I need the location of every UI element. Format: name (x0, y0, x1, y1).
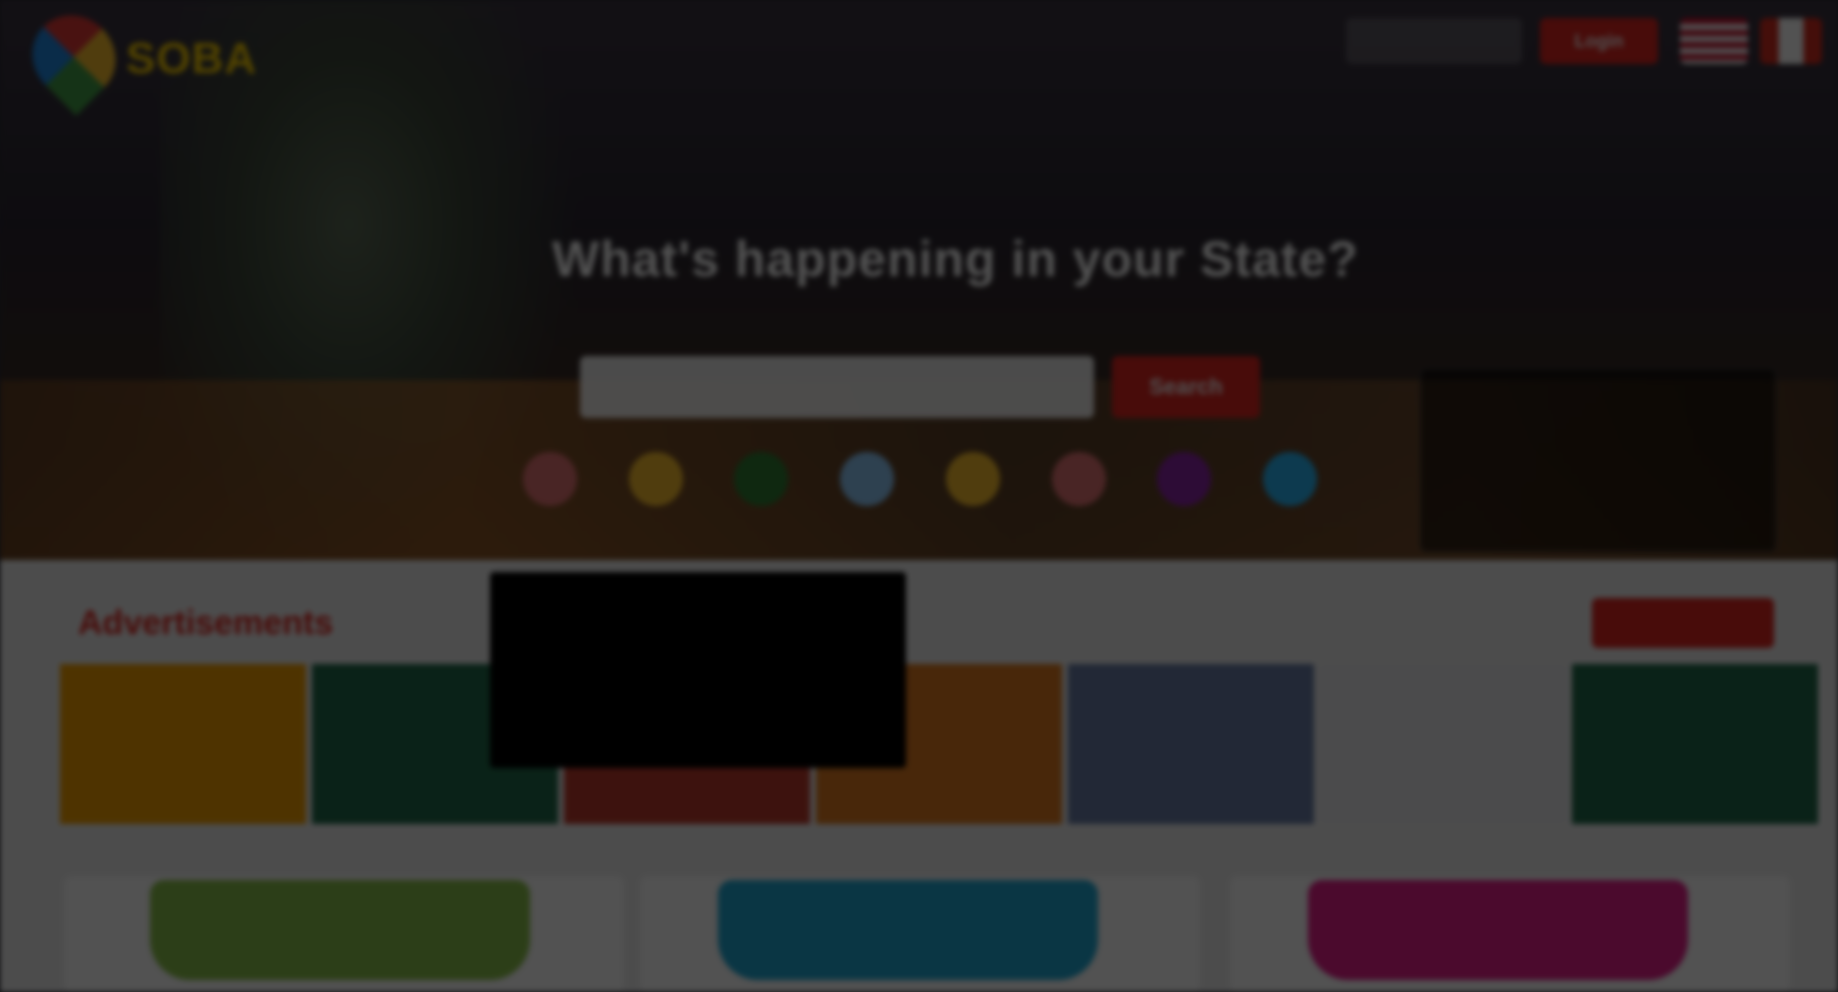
category-item[interactable] (606, 452, 706, 514)
category-item[interactable] (1029, 452, 1129, 514)
ad-carousel (60, 664, 1818, 824)
category-list (500, 452, 1340, 514)
ad-banner[interactable] (1572, 664, 1818, 824)
category-icon (1262, 452, 1317, 506)
header-search-button[interactable] (1346, 18, 1522, 64)
logo-pin-icon (15, 0, 133, 116)
hero-headline: What's happening in your State? (552, 231, 1359, 287)
hero-search-input[interactable] (580, 356, 1094, 418)
category-icon (1157, 452, 1212, 506)
category-icon (734, 452, 789, 506)
logo-text: SOBA (126, 34, 258, 83)
category-item[interactable] (500, 452, 600, 514)
category-item[interactable] (1240, 452, 1340, 514)
category-icon (628, 452, 683, 506)
category-item[interactable] (923, 452, 1023, 514)
page: SOBA Login What's happening in your Stat… (0, 0, 1838, 992)
category-icon (1051, 452, 1106, 506)
feature-ribbon[interactable] (150, 880, 530, 980)
login-button[interactable]: Login (1540, 18, 1658, 64)
ad-banner[interactable] (1320, 664, 1566, 824)
view-all-button[interactable] (1592, 598, 1774, 648)
category-item[interactable] (817, 452, 917, 514)
tooltip-popup (490, 572, 906, 768)
feature-ribbon[interactable] (1308, 880, 1688, 980)
category-icon (945, 452, 1000, 506)
category-item[interactable] (711, 452, 811, 514)
category-item[interactable] (1134, 452, 1234, 514)
canada-flag-icon[interactable] (1760, 18, 1822, 64)
hero-banner: SOBA Login What's happening in your Stat… (0, 0, 1838, 560)
notification-title (1421, 369, 1775, 393)
ad-banner[interactable] (60, 664, 306, 824)
category-icon (523, 452, 577, 506)
notification-card[interactable] (1420, 368, 1776, 552)
feature-ribbon[interactable] (718, 880, 1098, 980)
hero-search-button[interactable]: Search (1112, 356, 1260, 418)
site-logo[interactable]: SOBA (15, 0, 294, 116)
category-icon (840, 452, 895, 506)
us-flag-icon[interactable] (1680, 18, 1748, 64)
advertisements-title: Advertisements (78, 604, 334, 642)
ad-banner[interactable] (1068, 664, 1314, 824)
notification-body (1421, 393, 1775, 409)
